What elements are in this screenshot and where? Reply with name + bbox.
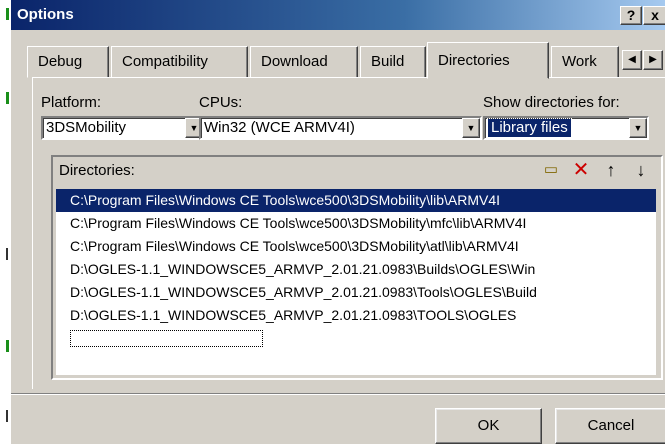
show-directories-value: Library files — [487, 118, 572, 138]
directory-row[interactable]: C:\Program Files\Windows CE Tools\wce500… — [56, 235, 656, 258]
separator — [11, 393, 665, 395]
tab-work[interactable]: Work — [551, 46, 619, 78]
show-directories-label: Show directories for: — [483, 94, 620, 111]
edge-tick — [6, 340, 9, 352]
ok-button[interactable]: OK — [435, 408, 542, 444]
new-directory-entry[interactable] — [70, 330, 263, 347]
new-folder-icon[interactable]: ▭ — [541, 161, 561, 179]
move-up-icon[interactable]: ↑ — [601, 161, 621, 179]
tab-scroll-right-button[interactable]: ▶ — [643, 50, 663, 70]
window-title: Options — [17, 6, 74, 23]
directory-row[interactable]: D:\OGLES-1.1_WINDOWSCE5_ARMVP_2.01.21.09… — [56, 258, 656, 281]
show-directories-combo[interactable]: Library files ▼ — [483, 116, 649, 140]
title-bar[interactable]: Options ? x — [11, 0, 665, 30]
options-dialog: Options ? x Debug Compatibility Download… — [10, 0, 665, 444]
triangle-right-icon: ▶ — [649, 54, 657, 65]
close-button[interactable]: x — [643, 6, 665, 25]
directory-row[interactable]: C:\Program Files\Windows CE Tools\wce500… — [56, 189, 656, 212]
chevron-down-icon: ▼ — [466, 123, 476, 133]
directories-list[interactable]: C:\Program Files\Windows CE Tools\wce500… — [56, 189, 656, 375]
tab-debug[interactable]: Debug — [27, 46, 109, 78]
platform-label: Platform: — [41, 94, 102, 111]
platform-combo[interactable]: 3DSMobility ▼ — [41, 116, 205, 140]
edge-tick — [6, 248, 8, 260]
background-window-edge — [0, 0, 10, 444]
cpus-dropdown-button[interactable]: ▼ — [462, 118, 480, 138]
tab-build[interactable]: Build — [360, 46, 426, 78]
tab-strip: Debug Compatibility Download Build Direc… — [11, 42, 665, 79]
tab-directories[interactable]: Directories — [427, 42, 549, 79]
chevron-down-icon: ▼ — [189, 123, 199, 133]
platform-value: 3DSMobility — [46, 119, 127, 136]
cpus-value: Win32 (WCE ARMV4I) — [204, 119, 355, 136]
directories-label: Directories: — [59, 162, 135, 179]
directories-header: Directories: ▭ ✕ ↑ ↓ — [53, 157, 661, 183]
tab-scroll-arrows: ◀ ▶ — [622, 50, 664, 70]
directory-row[interactable]: D:\OGLES-1.1_WINDOWSCE5_ARMVP_2.01.21.09… — [56, 304, 656, 327]
tab-scroll-left-button[interactable]: ◀ — [622, 50, 642, 70]
directories-group: Directories: ▭ ✕ ↑ ↓ C:\Program Files\Wi… — [51, 155, 663, 380]
directory-row[interactable]: D:\OGLES-1.1_WINDOWSCE5_ARMVP_2.01.21.09… — [56, 281, 656, 304]
directory-row[interactable]: C:\Program Files\Windows CE Tools\wce500… — [56, 212, 656, 235]
tab-download[interactable]: Download — [250, 46, 358, 78]
delete-icon[interactable]: ✕ — [571, 160, 591, 180]
chevron-down-icon: ▼ — [633, 123, 643, 133]
show-directories-dropdown-button[interactable]: ▼ — [629, 118, 647, 138]
edge-tick — [6, 92, 9, 104]
tab-compatibility[interactable]: Compatibility — [111, 46, 248, 78]
edge-tick — [6, 8, 9, 20]
triangle-left-icon: ◀ — [628, 54, 636, 65]
cpus-combo[interactable]: Win32 (WCE ARMV4I) ▼ — [199, 116, 482, 140]
help-button[interactable]: ? — [620, 6, 642, 25]
edge-tick — [6, 410, 8, 422]
cpus-label: CPUs: — [199, 94, 243, 111]
cancel-button[interactable]: Cancel — [555, 408, 665, 444]
move-down-icon[interactable]: ↓ — [631, 161, 651, 179]
